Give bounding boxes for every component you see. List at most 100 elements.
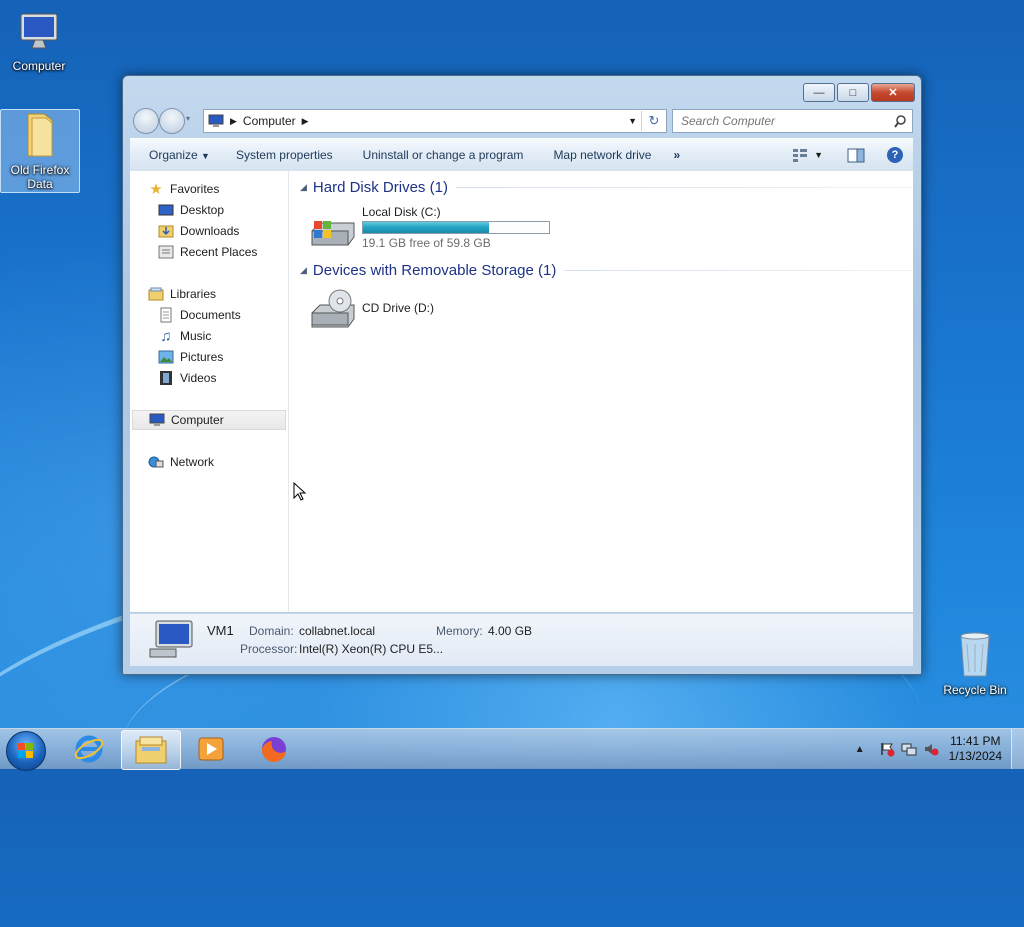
network-status-icon[interactable] [901, 741, 917, 757]
desktop-icon-label: Computer [12, 59, 66, 73]
nav-network[interactable]: Network [148, 452, 286, 472]
computer-icon [149, 412, 165, 428]
breadcrumb-arrow-icon[interactable]: ▶ [230, 116, 237, 127]
taskbar-windows-explorer[interactable] [121, 730, 181, 770]
uninstall-program-button[interactable]: Uninstall or change a program [348, 148, 539, 162]
computer-icon [20, 13, 58, 49]
group-hard-disk-drives[interactable]: ◢ Hard Disk Drives (1) [300, 179, 912, 196]
close-icon: ✕ [888, 87, 898, 99]
taskbar-firefox[interactable] [245, 730, 303, 768]
show-hidden-icons-button[interactable]: ▲ [855, 744, 865, 755]
network-icon [148, 454, 164, 470]
nav-documents[interactable]: Documents [158, 305, 286, 325]
pictures-icon [158, 349, 174, 365]
address-bar[interactable]: ▶ Computer ▶ ▼ ↻ [203, 109, 667, 133]
view-list-icon [793, 149, 808, 162]
volume-muted-icon[interactable] [923, 741, 939, 757]
folder-icon [27, 113, 53, 157]
nav-music[interactable]: ♫ Music [158, 326, 286, 346]
desktop-icon-label: Recycle Bin [943, 683, 1007, 697]
group-title: Hard Disk Drives (1) [312, 179, 448, 196]
nav-favorites[interactable]: ★ Favorites [148, 179, 286, 199]
preview-pane-icon[interactable] [847, 147, 865, 163]
map-network-drive-button[interactable]: Map network drive [538, 148, 666, 162]
chevron-down-icon: ▼ [814, 150, 823, 160]
clock[interactable]: 11:41 PM 1/13/2024 [949, 734, 1002, 764]
start-button[interactable] [6, 731, 46, 771]
help-icon[interactable]: ? [887, 147, 903, 163]
nav-computer[interactable]: Computer [132, 410, 286, 430]
breadcrumb-arrow-icon[interactable]: ▶ [302, 116, 309, 127]
maximize-button[interactable]: □ [837, 83, 869, 102]
internet-explorer-icon [74, 735, 104, 763]
nav-label: Network [170, 455, 215, 469]
change-view-button[interactable]: ▼ [792, 148, 823, 162]
nav-label: Libraries [170, 287, 217, 301]
back-button[interactable] [133, 108, 159, 134]
domain-value: collabnet.local [299, 624, 376, 638]
chevron-down-icon: ▼ [201, 151, 210, 161]
search-input[interactable] [679, 113, 883, 129]
folder-explorer-icon [135, 736, 167, 764]
desktop-icon-recycle-bin[interactable]: Recycle Bin [936, 630, 1014, 697]
group-removable-storage[interactable]: ◢ Devices with Removable Storage (1) [300, 262, 912, 279]
taskbar-media-player[interactable] [182, 730, 240, 768]
nav-downloads[interactable]: Downloads [158, 221, 286, 241]
desktop-icon-computer[interactable]: Computer [0, 8, 78, 73]
show-desktop-button[interactable] [1011, 729, 1024, 769]
search-icon[interactable] [893, 114, 907, 128]
more-commands-button[interactable]: » [666, 148, 695, 162]
computer-icon [208, 114, 224, 127]
refresh-icon[interactable]: ↻ [641, 111, 666, 131]
forward-button[interactable] [159, 108, 185, 134]
navigation-row: ▾ ▶ Computer ▶ ▼ ↻ [131, 108, 913, 134]
nav-videos[interactable]: Videos [158, 368, 286, 388]
nav-label: Favorites [170, 182, 220, 196]
drive-local-disk-c[interactable]: Local Disk (C:) 19.1 GB free of 59.8 GB [306, 205, 566, 253]
nav-label: Music [180, 329, 212, 343]
close-button[interactable]: ✕ [871, 83, 915, 102]
content-area: ★ Favorites Desktop Downloads Recent Pla… [130, 171, 913, 612]
nav-label: Desktop [180, 203, 225, 217]
recent-pages-chevron-icon[interactable]: ▾ [186, 114, 190, 123]
address-dropdown-icon[interactable]: ▼ [628, 116, 637, 126]
windows-logo-icon [18, 743, 33, 758]
drive-cd-d[interactable]: CD Drive (D:) [306, 287, 506, 335]
taskbar-internet-explorer[interactable] [60, 730, 118, 768]
firefox-icon [261, 737, 286, 763]
nav-pictures[interactable]: Pictures [158, 347, 286, 367]
navigation-pane: ★ Favorites Desktop Downloads Recent Pla… [130, 171, 289, 612]
nav-desktop[interactable]: Desktop [158, 200, 286, 220]
action-center-flag-icon[interactable] [879, 741, 895, 757]
computer-icon [149, 620, 193, 658]
command-bar: Organize ▼ System properties Uninstall o… [130, 138, 913, 172]
desktop-icon [158, 202, 174, 218]
collapse-icon[interactable]: ◢ [300, 265, 307, 276]
group-title: Devices with Removable Storage (1) [312, 262, 557, 279]
system-properties-button[interactable]: System properties [225, 148, 348, 162]
desktop-icon-old-firefox-data[interactable]: Old Firefox Data [0, 109, 80, 193]
domain-label: Domain: [249, 624, 294, 638]
system-tray: ▲ 11:41 PM 1/13/2024 [855, 729, 1024, 769]
details-pane: VM1 Domain: collabnet.local Memory: 4.00… [130, 613, 913, 666]
star-icon: ★ [149, 181, 163, 198]
drive-usage-fill [363, 222, 490, 233]
breadcrumb-computer[interactable]: Computer [243, 114, 296, 128]
organize-button[interactable]: Organize ▼ [130, 148, 225, 162]
drive-name: Local Disk (C:) [362, 205, 441, 219]
nav-recent-places[interactable]: Recent Places [158, 242, 286, 262]
organize-label: Organize [149, 148, 198, 162]
documents-icon [158, 307, 174, 323]
nav-label: Computer [171, 413, 224, 427]
explorer-window[interactable]: — □ ✕ ▾ ▶ Computer ▶ ▼ ↻ Organize ▼ Syst… [122, 75, 922, 675]
collapse-icon[interactable]: ◢ [300, 182, 307, 193]
nav-label: Pictures [180, 350, 224, 364]
mouse-cursor-icon [293, 482, 307, 501]
nav-label: Downloads [180, 224, 240, 238]
minimize-button[interactable]: — [803, 83, 835, 102]
nav-libraries[interactable]: Libraries [148, 284, 286, 304]
maximize-icon: □ [849, 86, 857, 99]
hard-drive-icon [311, 221, 355, 246]
recent-places-icon [158, 244, 174, 260]
search-box[interactable] [672, 109, 913, 133]
